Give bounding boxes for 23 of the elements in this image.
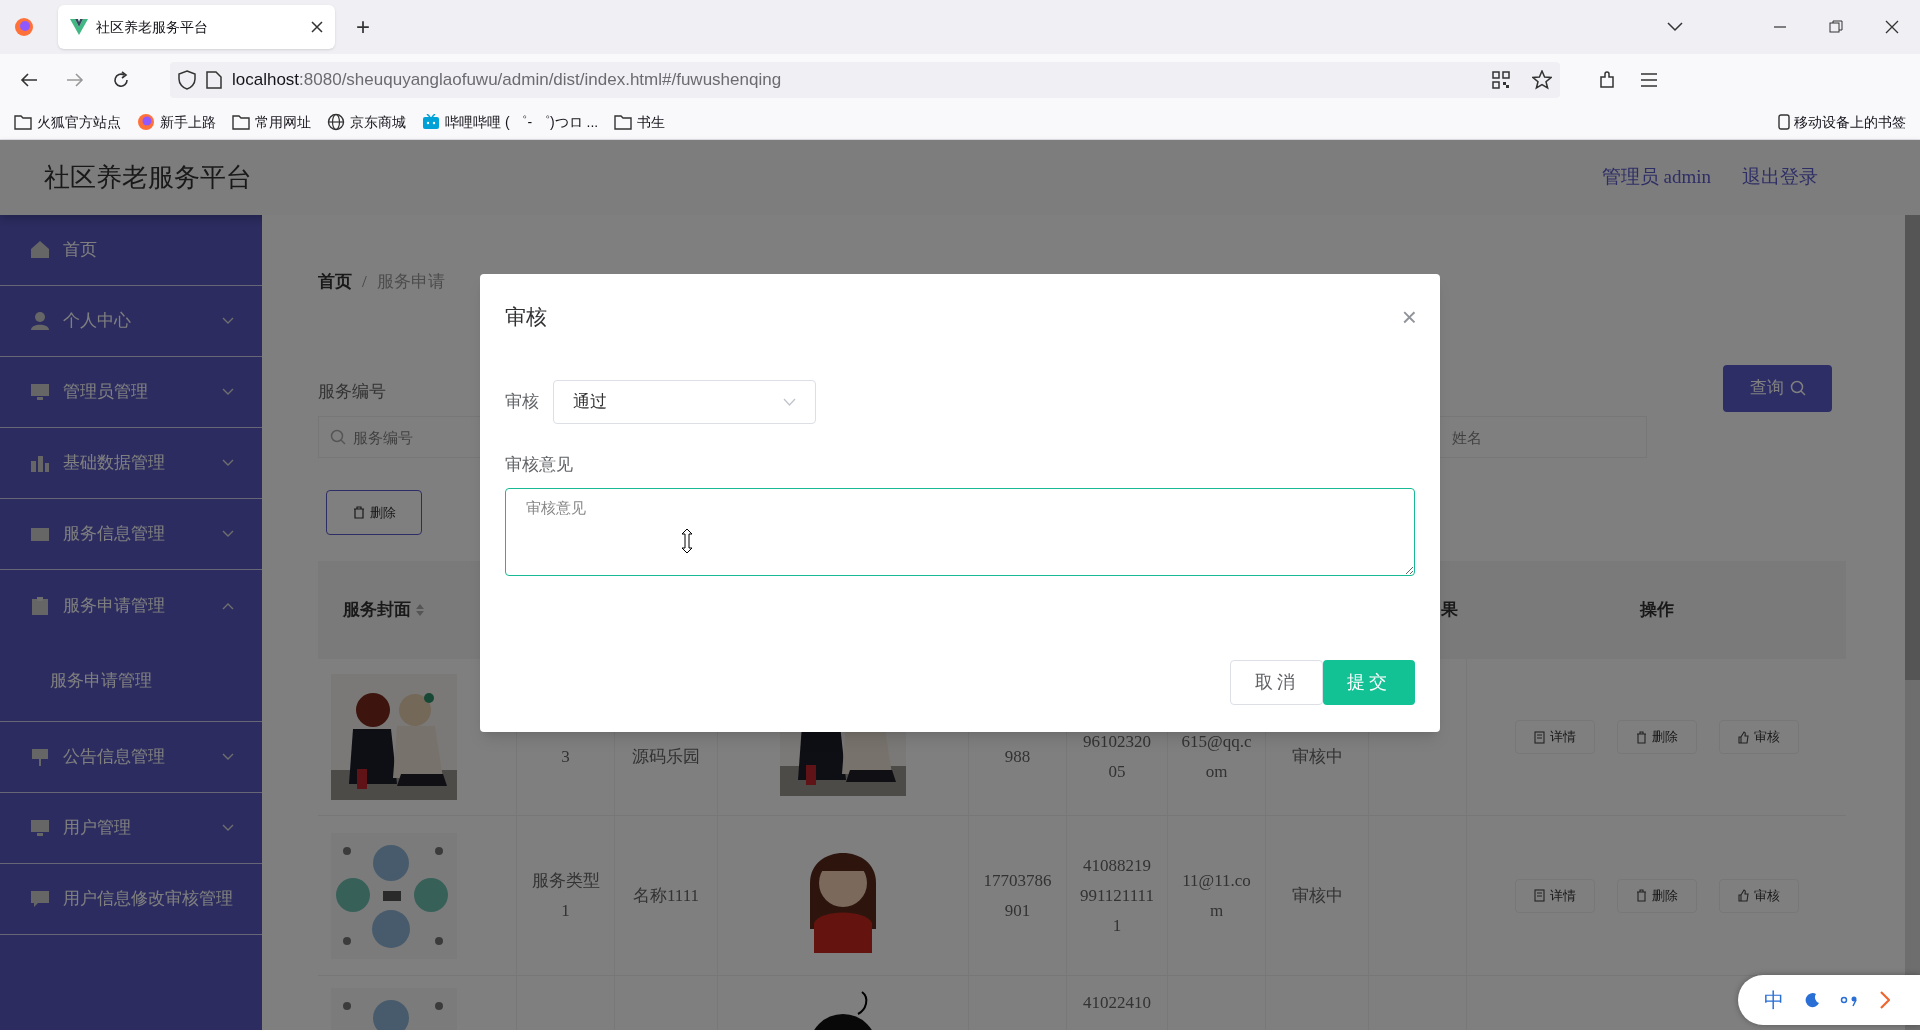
table-cell-text: 988	[1003, 746, 1032, 768]
table-cell-text: 源码乐园	[631, 746, 701, 768]
breadcrumb-separator: /	[362, 271, 367, 293]
url-text: localhost:8080/sheuquyanglaofuwu/admin/dist/index.html#/fuwushenqing	[232, 68, 782, 91]
tab-title: 社区养老服务平台	[96, 17, 209, 37]
field-label: 审核	[505, 391, 539, 414]
dialog-title: 审核	[505, 304, 547, 331]
table-cell-text: 41022410	[1082, 992, 1152, 1014]
field-label: 服务编号	[318, 380, 386, 403]
table-cell-text: 审核中	[1290, 746, 1344, 768]
table-cell-text: 名称1111	[631, 884, 701, 907]
column-header: 果	[1441, 599, 1458, 622]
table-cell-text: 410882199911211111	[1080, 854, 1154, 937]
table-cell-text: 审核中	[1290, 884, 1344, 907]
site-title: 社区养老服务平台	[44, 162, 252, 194]
table-cell-text: 17703786901	[982, 869, 1053, 922]
table-cell-text: 11@11.com	[1181, 869, 1252, 922]
table-cell-text: 615@qq.com	[1180, 731, 1253, 783]
table-cell-text: 3	[560, 746, 571, 768]
column-header: 操作	[1639, 599, 1674, 622]
table-cell-text: 9610232005	[1082, 731, 1152, 783]
table-cell-text: 服务类型1	[530, 869, 601, 922]
user-label: 管理员 admin	[1601, 165, 1711, 190]
